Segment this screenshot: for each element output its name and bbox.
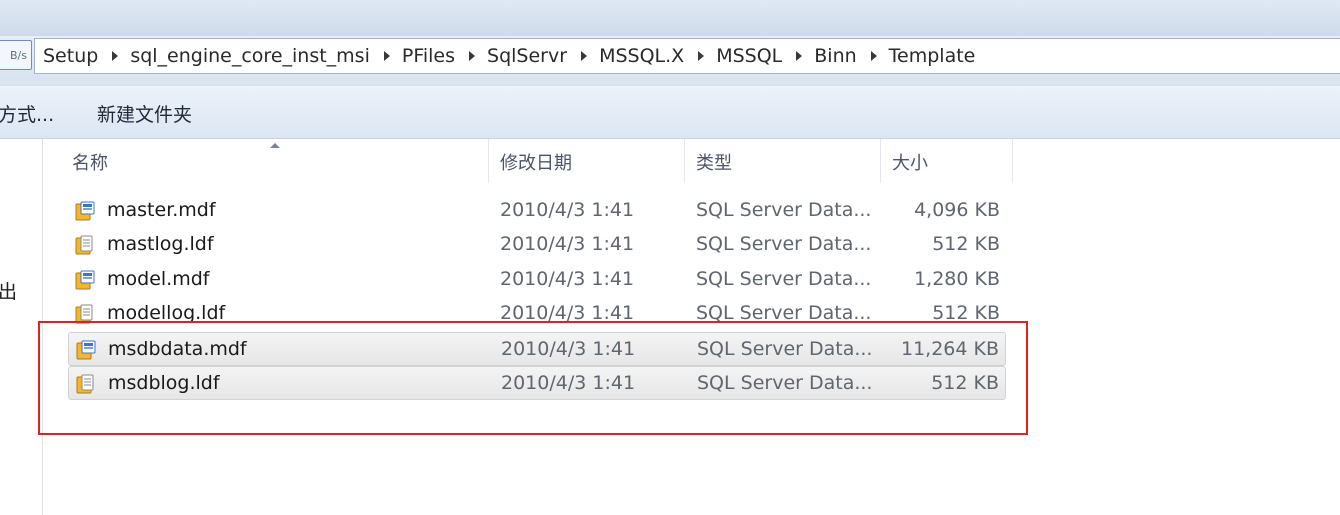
chevron-right-icon[interactable] (698, 51, 705, 61)
file-row[interactable]: mastlog.ldf 2010/4/3 1:41 SQL Server Dat… (68, 228, 1006, 262)
chevron-right-icon[interactable] (469, 51, 476, 61)
command-toolbar: 方式... 新建文件夹 (0, 86, 1340, 139)
nav-item-fragment[interactable]: 出 (0, 277, 17, 304)
breadcrumb-item-template[interactable]: Template (889, 45, 976, 67)
file-row[interactable]: model.mdf 2010/4/3 1:41 SQL Server Data.… (68, 263, 1006, 297)
navigation-pane[interactable]: 出 (0, 139, 43, 515)
chevron-right-icon[interactable] (870, 51, 877, 61)
column-header-name[interactable]: 名称 (72, 149, 108, 175)
address-bar: B/s Setup sql_engine_core_inst_msi PFile… (0, 36, 1340, 87)
window-title-bar (0, 0, 1340, 36)
file-name: model.mdf (107, 267, 210, 290)
chevron-right-icon[interactable] (581, 51, 588, 61)
column-header: 名称 修改日期 类型 大小 (44, 139, 1014, 183)
breadcrumb-item-sqlservr[interactable]: SqlServr (487, 45, 567, 67)
highlight-annotation-box (38, 321, 1028, 435)
column-header-date[interactable]: 修改日期 (500, 149, 572, 175)
column-divider[interactable] (1012, 139, 1013, 183)
file-size: 512 KB (932, 233, 1000, 256)
ldf-file-icon (75, 235, 93, 255)
breadcrumb-item-binn[interactable]: Binn (814, 45, 856, 67)
file-date: 2010/4/3 1:41 (500, 199, 635, 221)
column-divider[interactable] (880, 139, 881, 183)
breadcrumb[interactable]: Setup sql_engine_core_inst_msi PFiles Sq… (34, 38, 1340, 74)
file-type: SQL Server Data... (696, 267, 872, 290)
file-date: 2010/4/3 1:41 (500, 267, 635, 290)
open-with-button[interactable]: 方式... (0, 100, 54, 127)
file-name: mastlog.ldf (107, 233, 214, 256)
chevron-right-icon[interactable] (112, 51, 119, 61)
speed-indicator: B/s (0, 40, 32, 70)
chevron-right-icon[interactable] (796, 51, 803, 61)
column-header-size[interactable]: 大小 (892, 149, 928, 175)
file-row[interactable]: master.mdf 2010/4/3 1:41 SQL Server Data… (68, 194, 1006, 228)
file-size: 4,096 KB (914, 199, 1000, 221)
breadcrumb-item-mssql[interactable]: MSSQL (716, 45, 782, 67)
breadcrumb-item-mssql-x[interactable]: MSSQL.X (599, 45, 684, 67)
column-divider[interactable] (488, 139, 489, 183)
breadcrumb-item-sql-engine-core-inst-msi[interactable]: sql_engine_core_inst_msi (130, 45, 370, 67)
mdf-file-icon (75, 270, 95, 290)
file-name: master.mdf (107, 199, 216, 221)
file-size: 1,280 KB (914, 267, 1000, 290)
chevron-right-icon[interactable] (383, 51, 390, 61)
mdf-file-icon (75, 201, 95, 221)
new-folder-button[interactable]: 新建文件夹 (97, 100, 192, 127)
file-type: SQL Server Data... (696, 233, 872, 256)
breadcrumb-item-setup[interactable]: Setup (43, 45, 98, 67)
file-type: SQL Server Data... (696, 199, 872, 221)
sort-ascending-icon (270, 143, 280, 148)
column-divider[interactable] (684, 139, 685, 183)
file-date: 2010/4/3 1:41 (500, 233, 635, 256)
column-header-type[interactable]: 类型 (696, 149, 732, 175)
breadcrumb-item-pfiles[interactable]: PFiles (402, 45, 455, 67)
